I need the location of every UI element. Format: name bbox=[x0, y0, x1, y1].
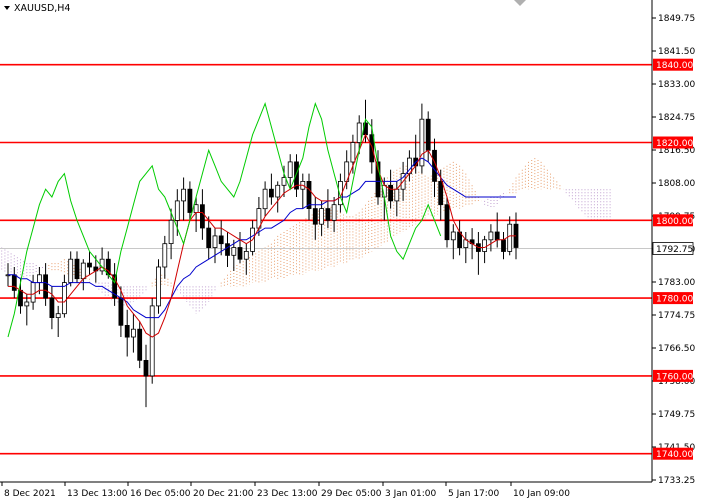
candle-body bbox=[55, 313, 61, 319]
candle-body bbox=[193, 204, 199, 213]
candle-body bbox=[212, 235, 218, 248]
candle-body bbox=[62, 282, 67, 315]
candle-body bbox=[237, 247, 243, 260]
x-tick-label: 29 Dec 05:00 bbox=[321, 489, 382, 499]
candle-body bbox=[312, 208, 318, 225]
candle-body bbox=[356, 122, 362, 143]
x-tick-label: 5 Jan 17:00 bbox=[448, 489, 500, 499]
candle-body bbox=[275, 184, 281, 198]
candle-body bbox=[281, 177, 287, 186]
candle-body bbox=[225, 243, 230, 256]
time-axis[interactable]: 8 Dec 2021 13 Dec 13:00 16 Dec 05:00 20 Dec… bbox=[1, 482, 570, 499]
x-tick-label: 3 Jan 01:00 bbox=[385, 489, 437, 499]
x-tick-label: 10 Jan 09:00 bbox=[513, 489, 570, 499]
candle-body bbox=[350, 142, 356, 163]
level-tag-label: 1780.00 bbox=[656, 295, 693, 305]
candle-body bbox=[118, 297, 124, 326]
candle-body bbox=[156, 266, 161, 307]
level-tag-label: 1760.00 bbox=[656, 372, 693, 382]
x-tick-label: 23 Dec 13:00 bbox=[257, 489, 318, 499]
candle-body bbox=[325, 208, 331, 221]
current-price-tag: 1792.75 bbox=[652, 242, 694, 255]
symbol-label: XAUUSD,H4 bbox=[14, 3, 70, 14]
level-tag-label: 1840.00 bbox=[656, 61, 693, 71]
candle-body bbox=[181, 188, 187, 202]
y-tick-label: 1774.75 bbox=[658, 311, 695, 321]
candle-body bbox=[444, 204, 450, 241]
candle-body bbox=[262, 188, 268, 210]
candle-body bbox=[287, 161, 293, 178]
candle-body bbox=[30, 282, 36, 303]
y-tick-label: 1783.00 bbox=[658, 278, 695, 288]
candle-body bbox=[87, 262, 92, 268]
candle-body bbox=[49, 297, 55, 319]
ichimoku-cloud bbox=[1, 158, 611, 314]
candle-body bbox=[231, 247, 237, 256]
y-tick-label: 1766.50 bbox=[658, 344, 695, 354]
chart-area[interactable]: 1849.751841.501833.001824.751816.501808.… bbox=[0, 0, 701, 499]
candle-body bbox=[24, 301, 30, 307]
candle-body bbox=[43, 274, 48, 299]
candle-body bbox=[168, 219, 174, 245]
x-tick-label: 8 Dec 2021 bbox=[4, 489, 56, 499]
y-tick-label: 1808.00 bbox=[658, 179, 695, 189]
candle-body bbox=[494, 231, 500, 241]
horizontal-levels[interactable] bbox=[0, 63, 652, 455]
candle-body bbox=[143, 359, 149, 377]
candle-body bbox=[80, 262, 86, 280]
candle-body bbox=[394, 188, 400, 202]
candle-body bbox=[425, 118, 431, 151]
candle-body bbox=[243, 250, 249, 260]
candle-body bbox=[206, 227, 212, 249]
candle-body bbox=[11, 274, 17, 291]
x-tick-label: 16 Dec 05:00 bbox=[130, 489, 191, 499]
candle-body bbox=[482, 239, 488, 252]
triangle-down-icon[interactable] bbox=[4, 6, 10, 10]
level-tag-label: 1740.00 bbox=[656, 450, 693, 460]
candle-body bbox=[319, 208, 325, 225]
candle-body bbox=[137, 328, 143, 361]
candle-body bbox=[68, 258, 74, 283]
candle-body bbox=[37, 274, 42, 283]
tenkan-sen-line bbox=[8, 133, 516, 338]
candle-body bbox=[162, 243, 168, 268]
x-tick-label: 13 Dec 13:00 bbox=[67, 489, 128, 499]
price-tag-label: 1792.75 bbox=[656, 245, 693, 255]
candle-body bbox=[331, 204, 337, 221]
level-tag-label: 1800.00 bbox=[656, 217, 693, 227]
candle-body bbox=[450, 231, 456, 241]
candle-body bbox=[174, 200, 180, 221]
candle-body bbox=[199, 204, 205, 229]
candle-body bbox=[149, 305, 155, 377]
y-tick-label: 1824.75 bbox=[658, 113, 695, 123]
candle-body bbox=[130, 328, 136, 338]
candle-body bbox=[488, 231, 494, 241]
candle-body bbox=[388, 184, 394, 202]
y-tick-label: 1849.75 bbox=[658, 14, 695, 24]
candle-body bbox=[438, 180, 444, 206]
y-tick-label: 1749.75 bbox=[658, 410, 695, 420]
x-tick-label: 20 Dec 21:00 bbox=[193, 489, 254, 499]
candle-body bbox=[18, 289, 23, 307]
candle-body bbox=[74, 258, 80, 280]
y-tick-label: 1833.00 bbox=[658, 80, 695, 90]
y-tick-label: 1733.25 bbox=[658, 476, 695, 486]
candle-body bbox=[187, 188, 193, 213]
candle-body bbox=[507, 223, 513, 252]
candle-body bbox=[218, 235, 224, 245]
scroll-indicator-icon[interactable] bbox=[514, 0, 526, 6]
candle-body bbox=[268, 188, 274, 198]
level-tag-label: 1820.00 bbox=[656, 139, 693, 149]
candle-body bbox=[124, 324, 130, 338]
candle-body bbox=[501, 239, 506, 252]
y-tick-label: 1841.50 bbox=[658, 47, 695, 57]
